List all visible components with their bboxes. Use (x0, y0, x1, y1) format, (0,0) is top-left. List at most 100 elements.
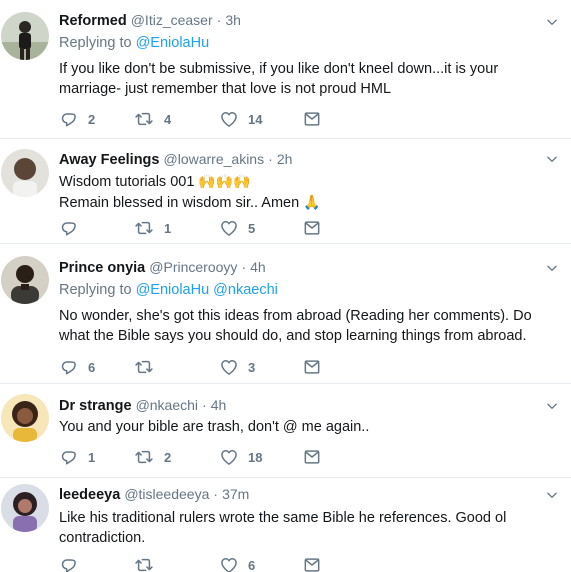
replying-to-label: Replying to (59, 35, 132, 51)
envelope-icon (302, 357, 322, 377)
direct-message-button[interactable] (302, 218, 322, 238)
retweet-button[interactable]: 2 (133, 447, 171, 467)
heart-icon (219, 555, 239, 572)
chevron-down-icon[interactable] (545, 152, 559, 166)
mention-link[interactable]: @EniolaHu @nkaechi (136, 282, 278, 298)
direct-message-button[interactable] (302, 357, 322, 377)
retweet-count: 4 (164, 111, 172, 127)
mention-link[interactable]: @EniolaHu (136, 35, 210, 51)
tweet-actions: 6 (59, 555, 359, 572)
tweet-actions: 1 2 18 (59, 447, 359, 467)
direct-message-button[interactable] (302, 555, 322, 572)
timestamp[interactable]: 4h (211, 397, 227, 413)
display-name[interactable]: leedeeya (59, 487, 120, 503)
heart-icon (219, 218, 239, 238)
reply-button[interactable]: 1 (59, 447, 95, 467)
direct-message-button[interactable] (302, 109, 322, 129)
reply-count: 6 (88, 359, 96, 375)
tweet-text: Like his traditional rulers wrote the sa… (59, 510, 507, 546)
display-name[interactable]: Away Feelings (59, 152, 159, 168)
like-button[interactable]: 18 (219, 447, 262, 467)
tweet-text-line: Wisdom tutorials 001 (59, 174, 195, 190)
reply-button[interactable]: 6 (59, 357, 95, 377)
chevron-down-icon[interactable] (545, 261, 559, 275)
display-name[interactable]: Prince onyia (59, 260, 145, 276)
tweet-text: You and your bible are trash, don't @ me… (59, 419, 370, 435)
retweet-count: 2 (164, 449, 172, 465)
like-button[interactable]: 5 (219, 218, 255, 238)
user-handle[interactable]: @lowarre_akins (164, 151, 265, 167)
direct-message-button[interactable] (302, 447, 322, 467)
folded-hands-emoji: 🙏 (303, 194, 321, 210)
tweet-header: Dr strange @nkaechi · 4h (59, 396, 541, 414)
heart-icon (219, 447, 239, 467)
timestamp[interactable]: 37m (222, 486, 249, 502)
retweet-button[interactable] (133, 357, 164, 377)
reply-icon (59, 218, 79, 238)
like-count: 3 (248, 359, 256, 375)
retweet-button[interactable]: 4 (133, 109, 171, 129)
tweet[interactable]: Away Feelings @lowarre_akins · 2h Wisdom… (0, 139, 571, 244)
replying-to-label: Replying to (59, 282, 132, 298)
user-handle[interactable]: @Princerooyy (149, 259, 237, 275)
retweet-button[interactable] (133, 555, 164, 572)
chevron-down-icon[interactable] (545, 399, 559, 413)
separator-dot: · (241, 259, 247, 275)
tweet[interactable]: Prince onyia @Princerooyy · 4h Replying … (0, 244, 571, 384)
retweet-count: 1 (164, 220, 172, 236)
reply-icon (59, 109, 79, 129)
tweet[interactable]: Dr strange @nkaechi · 4h You and your bi… (0, 384, 571, 478)
tweet-header: Prince onyia @Princerooyy · 4h (59, 258, 541, 276)
timestamp[interactable]: 3h (225, 12, 241, 28)
avatar[interactable] (1, 394, 49, 442)
tweet-header: Away Feelings @lowarre_akins · 2h (59, 150, 541, 168)
reply-count: 2 (88, 111, 96, 127)
tweet-text: Wisdom tutorials 001 🙌🙌🙌 Remain blessed … (59, 171, 541, 213)
chevron-down-icon[interactable] (545, 488, 559, 502)
reply-button[interactable] (59, 555, 88, 572)
envelope-icon (302, 447, 322, 467)
avatar[interactable] (1, 256, 49, 304)
tweet-text: No wonder, she's got this ideas from abr… (59, 308, 532, 344)
display-name[interactable]: Dr strange (59, 398, 132, 414)
replying-to: Replying to @EniolaHu (59, 34, 541, 52)
retweet-icon (133, 218, 155, 238)
like-button[interactable]: 3 (219, 357, 255, 377)
retweet-icon (133, 447, 155, 467)
separator-dot: · (216, 12, 222, 28)
raised-hands-emoji: 🙌🙌🙌 (198, 173, 251, 189)
tweet[interactable]: leedeeya @tisleedeeya · 37m Like his tra… (0, 478, 571, 572)
like-count: 5 (248, 220, 256, 236)
tweet-actions: 2 4 14 (59, 109, 359, 129)
retweet-icon (133, 109, 155, 129)
like-button[interactable]: 6 (219, 555, 255, 572)
separator-dot: · (268, 151, 273, 167)
retweet-icon (133, 357, 155, 377)
display-name[interactable]: Reformed (59, 13, 127, 29)
reply-button[interactable]: 2 (59, 109, 95, 129)
like-button[interactable]: 14 (219, 109, 262, 129)
tweet-header: Reformed @Itiz_ceaser · 3h (59, 11, 541, 29)
separator-dot: · (213, 486, 219, 502)
reply-icon (59, 357, 79, 377)
user-handle[interactable]: @nkaechi (136, 397, 198, 413)
heart-icon (219, 357, 239, 377)
heart-icon (219, 109, 239, 129)
timestamp[interactable]: 4h (250, 259, 266, 275)
envelope-icon (302, 109, 322, 129)
retweet-button[interactable]: 1 (133, 218, 171, 238)
tweet-actions: 6 3 (59, 357, 359, 377)
avatar[interactable] (1, 149, 49, 197)
chevron-down-icon[interactable] (545, 15, 559, 29)
avatar[interactable] (1, 12, 49, 60)
like-count: 18 (248, 449, 263, 465)
avatar[interactable] (1, 484, 49, 532)
envelope-icon (302, 555, 322, 572)
timestamp[interactable]: 2h (277, 151, 293, 167)
tweet-text-line: Remain blessed in wisdom sir.. Amen (59, 195, 300, 211)
envelope-icon (302, 218, 322, 238)
user-handle[interactable]: @Itiz_ceaser (131, 12, 213, 28)
tweet[interactable]: Reformed @Itiz_ceaser · 3h Replying to @… (0, 0, 571, 139)
reply-button[interactable] (59, 218, 88, 238)
user-handle[interactable]: @tisleedeeya (124, 486, 209, 502)
